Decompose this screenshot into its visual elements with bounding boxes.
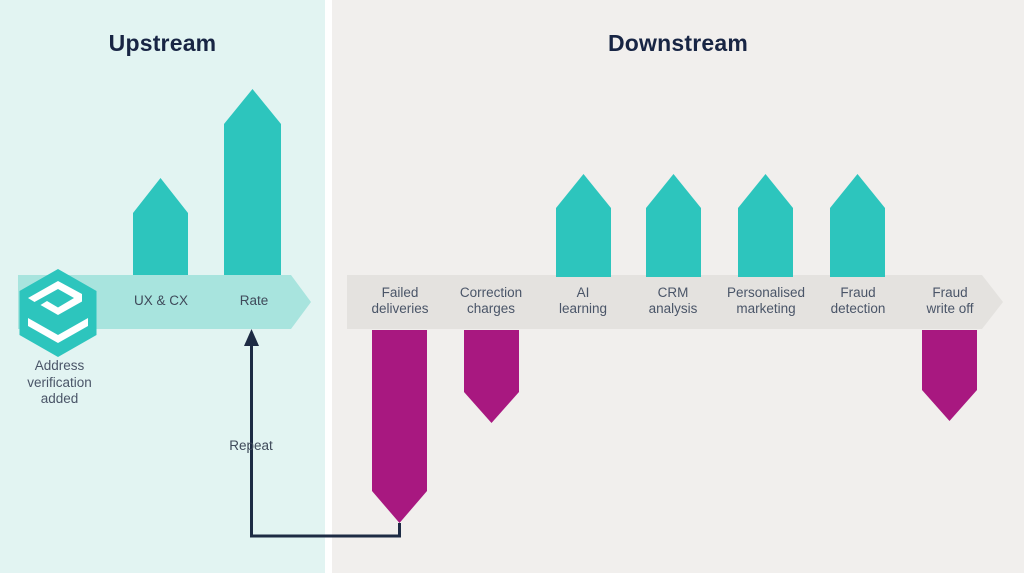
downstream-bar-fraud-write-off — [922, 330, 977, 421]
upstream-bar-rate — [224, 89, 281, 279]
downstream-band-label-personalised-marketing: Personalised marketing — [726, 285, 806, 316]
downstream-bar-crm-analysis — [646, 174, 701, 277]
downstream-band-label-fraud-detection: Fraud detection — [830, 285, 886, 316]
downstream-band-label-fraud-write-off: Fraud write off — [926, 285, 974, 316]
logo-caption: Address verification added — [27, 358, 92, 406]
downstream-bar-failed-deliveries — [372, 330, 427, 523]
repeat-label: Repeat — [229, 438, 273, 453]
infographic-canvas: Upstream Downstream UX & CX Rate Failed … — [0, 0, 1024, 573]
downstream-band-label-failed-deliveries: Failed deliveries — [371, 285, 429, 316]
downstream-band-label-ai-learning: AI learning — [558, 285, 608, 316]
downstream-bar-ai-learning — [556, 174, 611, 277]
upstream-band-label-rate: Rate — [239, 293, 269, 308]
downstream-bar-personalised-marketing — [738, 174, 793, 277]
downstream-bar-correction-charges — [464, 330, 519, 423]
downstream-band-label-correction-charges: Correction charges — [459, 285, 523, 316]
downstream-band-label-crm-analysis: CRM analysis — [648, 285, 698, 316]
upstream-bar-ux-cx — [133, 178, 188, 279]
downstream-bar-fraud-detection — [830, 174, 885, 277]
